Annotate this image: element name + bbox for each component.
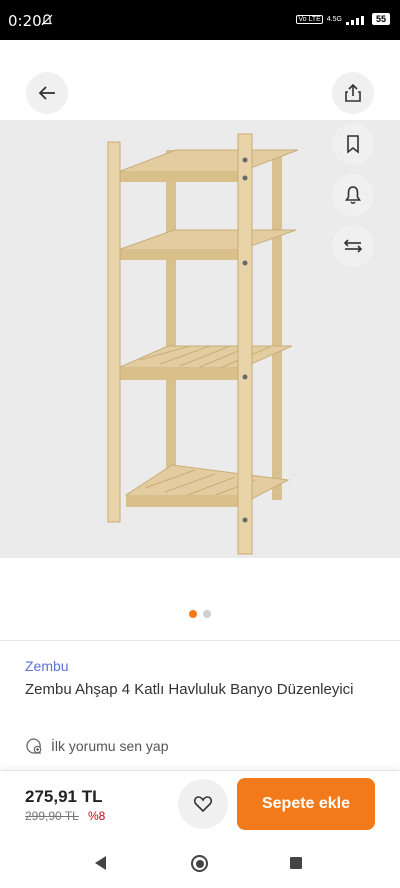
product-title: Zembu Ahşap 4 Katlı Havluluk Banyo Düzen… bbox=[25, 681, 354, 698]
top-bar bbox=[0, 40, 400, 120]
status-right-icons: Vo LTE 4.5G 55 bbox=[296, 13, 390, 25]
nav-back-icon[interactable] bbox=[95, 856, 106, 870]
back-button[interactable] bbox=[26, 72, 68, 114]
system-nav-bar bbox=[0, 838, 400, 888]
mute-bell-icon bbox=[41, 14, 53, 26]
add-to-cart-button[interactable]: Sepete ekle bbox=[237, 778, 375, 830]
network-type: 4.5G bbox=[326, 15, 342, 23]
review-link[interactable]: İlk yorumu sen yap bbox=[25, 737, 169, 755]
price-alert-button[interactable] bbox=[332, 174, 374, 216]
compare-arrows-icon bbox=[343, 239, 363, 253]
old-price: 299,90 TL bbox=[25, 809, 79, 823]
bookmark-icon bbox=[347, 135, 359, 154]
favorite-button[interactable] bbox=[178, 779, 228, 829]
divider bbox=[0, 640, 400, 641]
purchase-bar: 275,91 TL 299,90 TL %8 Sepete ekle bbox=[0, 770, 400, 838]
gallery-dots bbox=[0, 610, 400, 618]
volte-icon: Vo LTE bbox=[296, 14, 323, 24]
discount-badge: %8 bbox=[88, 809, 106, 823]
nav-recents-icon[interactable] bbox=[290, 857, 302, 869]
comment-plus-icon bbox=[26, 738, 42, 754]
status-bar: 0:20 Vo LTE 4.5G 55 bbox=[0, 0, 400, 40]
gallery-dot-active[interactable] bbox=[189, 610, 197, 618]
gallery-footer bbox=[0, 558, 400, 640]
bell-icon bbox=[345, 186, 361, 205]
status-time: 0:20 bbox=[8, 12, 42, 30]
review-label: İlk yorumu sen yap bbox=[51, 738, 169, 754]
brand-link[interactable]: Zembu bbox=[25, 658, 69, 674]
nav-home-icon[interactable] bbox=[191, 855, 208, 872]
share-button[interactable] bbox=[332, 72, 374, 114]
arrow-left-icon bbox=[38, 86, 55, 100]
compare-button[interactable] bbox=[332, 225, 374, 267]
heart-icon bbox=[193, 796, 213, 813]
current-price: 275,91 TL bbox=[25, 787, 103, 806]
share-icon bbox=[345, 83, 361, 102]
add-to-collection-button[interactable] bbox=[332, 123, 374, 165]
battery-indicator: 55 bbox=[371, 13, 390, 25]
gallery-dot[interactable] bbox=[203, 610, 211, 618]
signal-icon bbox=[345, 15, 364, 25]
